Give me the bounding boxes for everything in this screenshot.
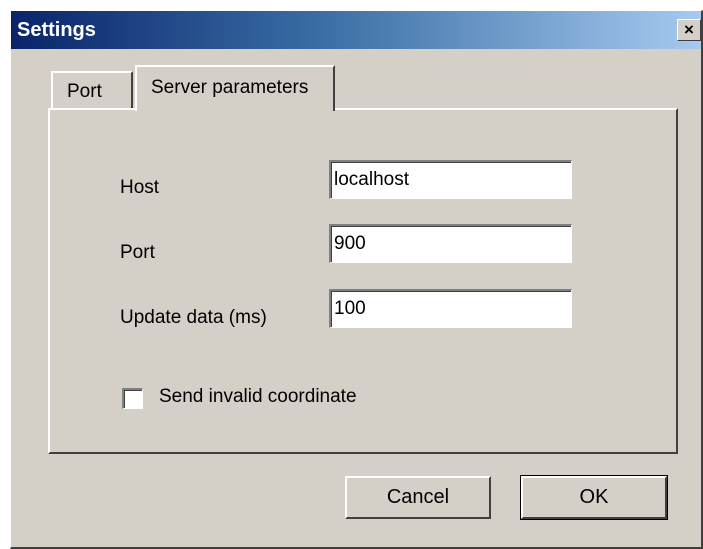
port-input[interactable]: [329, 224, 572, 263]
host-label: Host: [120, 177, 160, 198]
tab-server-parameters[interactable]: Server parameters: [135, 65, 335, 111]
tab-port-label: Port: [67, 81, 102, 102]
close-button[interactable]: ×: [677, 19, 701, 41]
tab-server-parameters-label: Server parameters: [151, 77, 309, 98]
update-data-label: Update data (ms): [120, 307, 267, 328]
close-icon: ×: [684, 20, 694, 39]
title-bar[interactable]: Settings ×: [11, 11, 701, 49]
server-parameters-panel: Host Port Update data (ms) Send invalid …: [48, 108, 678, 454]
window-title: Settings: [17, 19, 96, 41]
tab-port[interactable]: Port: [51, 71, 133, 109]
host-input[interactable]: [329, 160, 572, 199]
ok-button[interactable]: OK: [520, 475, 668, 520]
send-invalid-coordinate-checkbox[interactable]: [122, 388, 143, 409]
cancel-button[interactable]: Cancel: [345, 476, 491, 519]
settings-dialog: Settings × Port Server parameters Host P…: [10, 10, 703, 549]
send-invalid-coordinate-label[interactable]: Send invalid coordinate: [159, 386, 357, 408]
update-data-input[interactable]: [329, 289, 572, 328]
port-label: Port: [120, 242, 155, 263]
